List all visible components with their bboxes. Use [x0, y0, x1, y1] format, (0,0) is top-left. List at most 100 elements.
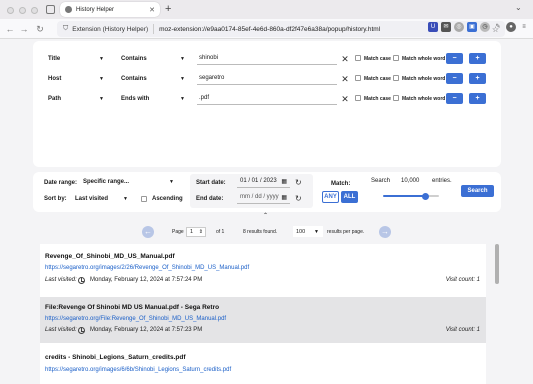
- chevron-down-icon: ▼: [169, 178, 174, 185]
- chevron-down-icon: ▼: [180, 75, 185, 82]
- whole-word-checkbox[interactable]: [393, 75, 399, 81]
- reset-start-date-icon[interactable]: ↻: [295, 178, 302, 187]
- list-item[interactable]: File:Revenge Of Shinobi MD US Manual.pdf…: [40, 297, 486, 343]
- ascending-checkbox[interactable]: [141, 196, 147, 202]
- add-filter-button[interactable]: +: [469, 53, 486, 64]
- page-number-input[interactable]: 1 ⇕: [186, 227, 206, 237]
- filter-value-input[interactable]: shinobi: [197, 52, 337, 65]
- chevron-down-icon: ▼: [99, 95, 104, 102]
- page-of-label: of 1: [216, 229, 225, 235]
- chevron-down-icon: ▼: [99, 75, 104, 82]
- match-case-label: Match case: [364, 76, 391, 82]
- search-label: Search: [371, 178, 391, 184]
- extension-globe-icon[interactable]: ◎: [454, 22, 464, 32]
- profile-avatar[interactable]: ●: [506, 22, 516, 32]
- close-window-button[interactable]: [7, 7, 14, 14]
- filter-operator-value: Ends with: [121, 95, 150, 102]
- extension-clock-icon[interactable]: ◷: [480, 22, 490, 32]
- minimize-window-button[interactable]: [19, 7, 26, 14]
- list-item[interactable]: credits - Shinobi_Legions_Saturn_credits…: [40, 346, 486, 384]
- match-case-label: Match case: [364, 96, 391, 102]
- menu-icon[interactable]: ≡: [519, 22, 529, 32]
- filter-operator-select[interactable]: Contains ▼: [118, 72, 189, 85]
- remove-filter-button[interactable]: −: [446, 53, 463, 64]
- chevron-down-icon: ▼: [99, 55, 104, 62]
- remove-filter-button[interactable]: −: [446, 93, 463, 104]
- forward-button[interactable]: →: [18, 23, 30, 35]
- end-date-input[interactable]: mm / dd / yyyy ▦: [237, 192, 290, 204]
- whole-word-checkbox[interactable]: [393, 95, 399, 101]
- result-title: File:Revenge Of Shinobi MD US Manual.pdf…: [45, 304, 220, 311]
- match-any-button[interactable]: ANY: [322, 191, 339, 203]
- navigation-toolbar: ← → ↻ ⛉ Extension (History Helper) moz-e…: [0, 19, 533, 39]
- result-url[interactable]: https://segaretro.org/images/6/6b/Shinob…: [45, 367, 231, 373]
- clear-icon[interactable]: ✕: [341, 55, 349, 64]
- extension-icons: U ✉ ◎ ▣ ◷ ✎ ● ≡: [428, 22, 529, 32]
- tab-bar: History Helper ✕ + ⌄: [0, 0, 533, 19]
- whole-word-checkbox[interactable]: [393, 55, 399, 61]
- match-case-checkbox[interactable]: [355, 95, 361, 101]
- result-date: Monday, February 12, 2024 at 7:57:23 PM: [90, 327, 203, 333]
- whole-word-label: Match whole word: [402, 56, 446, 62]
- filter-value-input[interactable]: segaretro: [197, 72, 337, 85]
- filter-field-select[interactable]: Host ▼: [45, 72, 108, 85]
- end-date-label: End date:: [196, 196, 224, 202]
- filter-operator-select[interactable]: Contains ▼: [118, 52, 189, 65]
- tab-title: History Helper: [76, 6, 115, 13]
- extension-icon: [65, 6, 72, 13]
- sort-value: Last visited: [75, 195, 109, 202]
- results-scrollbar[interactable]: [495, 244, 499, 284]
- filter-operator-select[interactable]: Ends with ▼: [118, 92, 189, 105]
- per-page-value: 100: [296, 228, 306, 235]
- result-url[interactable]: https://segaretro.org/images/2/26/Reveng…: [45, 265, 249, 271]
- reload-button[interactable]: ↻: [34, 23, 46, 35]
- back-button[interactable]: ←: [4, 23, 16, 35]
- extension-tools-icon[interactable]: ✎: [493, 22, 503, 32]
- tab-list-chevron-icon[interactable]: ⌄: [515, 3, 522, 12]
- search-count: 10,000: [401, 178, 420, 184]
- date-range-select[interactable]: Specific range... ▼: [80, 175, 178, 188]
- filter-field-value: Host: [48, 75, 62, 82]
- clear-icon[interactable]: ✕: [341, 75, 349, 84]
- reset-end-date-icon[interactable]: ↻: [295, 194, 302, 203]
- extension-shield-icon[interactable]: U: [428, 22, 438, 32]
- list-item[interactable]: Revenge_Of_Shinobi_MD_US_Manual.pdf http…: [40, 246, 486, 293]
- tab-history-helper[interactable]: History Helper ✕: [60, 2, 160, 17]
- clear-icon[interactable]: ✕: [341, 95, 349, 104]
- date-range-value: Specific range...: [83, 178, 130, 185]
- filter-field-select[interactable]: Title ▼: [45, 52, 108, 65]
- extension-puzzle-icon[interactable]: ▣: [467, 22, 477, 32]
- sort-select[interactable]: Last visited ▼: [72, 192, 132, 205]
- per-page-label: results per page.: [327, 229, 365, 235]
- stepper-icon[interactable]: ⇕: [199, 229, 203, 235]
- visit-count: Visit count: 1: [445, 327, 480, 333]
- previous-page-button[interactable]: ←: [142, 226, 154, 238]
- match-all-button[interactable]: ALL: [341, 191, 358, 203]
- search-button[interactable]: Search: [461, 185, 494, 197]
- filter-field-select[interactable]: Path ▼: [45, 92, 108, 105]
- result-url[interactable]: https://segaretro.org/File:Revenge_Of_Sh…: [45, 316, 226, 322]
- shield-icon: ⛉: [63, 25, 69, 32]
- chevron-down-icon: ▼: [123, 195, 128, 202]
- match-case-checkbox[interactable]: [355, 75, 361, 81]
- sidebar-toggle-icon[interactable]: [46, 5, 55, 14]
- add-filter-button[interactable]: +: [469, 93, 486, 104]
- match-case-checkbox[interactable]: [355, 55, 361, 61]
- remove-filter-button[interactable]: −: [446, 73, 463, 84]
- extension-mail-icon[interactable]: ✉: [441, 22, 451, 32]
- filter-value-input[interactable]: .pdf: [197, 92, 337, 105]
- new-tab-button[interactable]: +: [165, 3, 171, 15]
- results-found-label: 8 results found.: [243, 229, 278, 235]
- calendar-icon[interactable]: ▦: [281, 194, 287, 201]
- close-tab-icon[interactable]: ✕: [149, 6, 155, 14]
- add-filter-button[interactable]: +: [469, 73, 486, 84]
- clock-icon: [78, 277, 85, 284]
- start-date-input[interactable]: 01 / 01 / 2023 ▦: [237, 176, 290, 188]
- next-page-button[interactable]: →: [379, 226, 391, 238]
- slider-thumb[interactable]: [422, 193, 429, 200]
- collapse-chevron-icon[interactable]: ⌃: [263, 212, 268, 219]
- result-date: Monday, February 12, 2024 at 7:57:24 PM: [90, 277, 203, 283]
- per-page-select[interactable]: 100 ▼: [293, 226, 323, 237]
- maximize-window-button[interactable]: [31, 7, 38, 14]
- calendar-icon[interactable]: ▦: [281, 178, 287, 185]
